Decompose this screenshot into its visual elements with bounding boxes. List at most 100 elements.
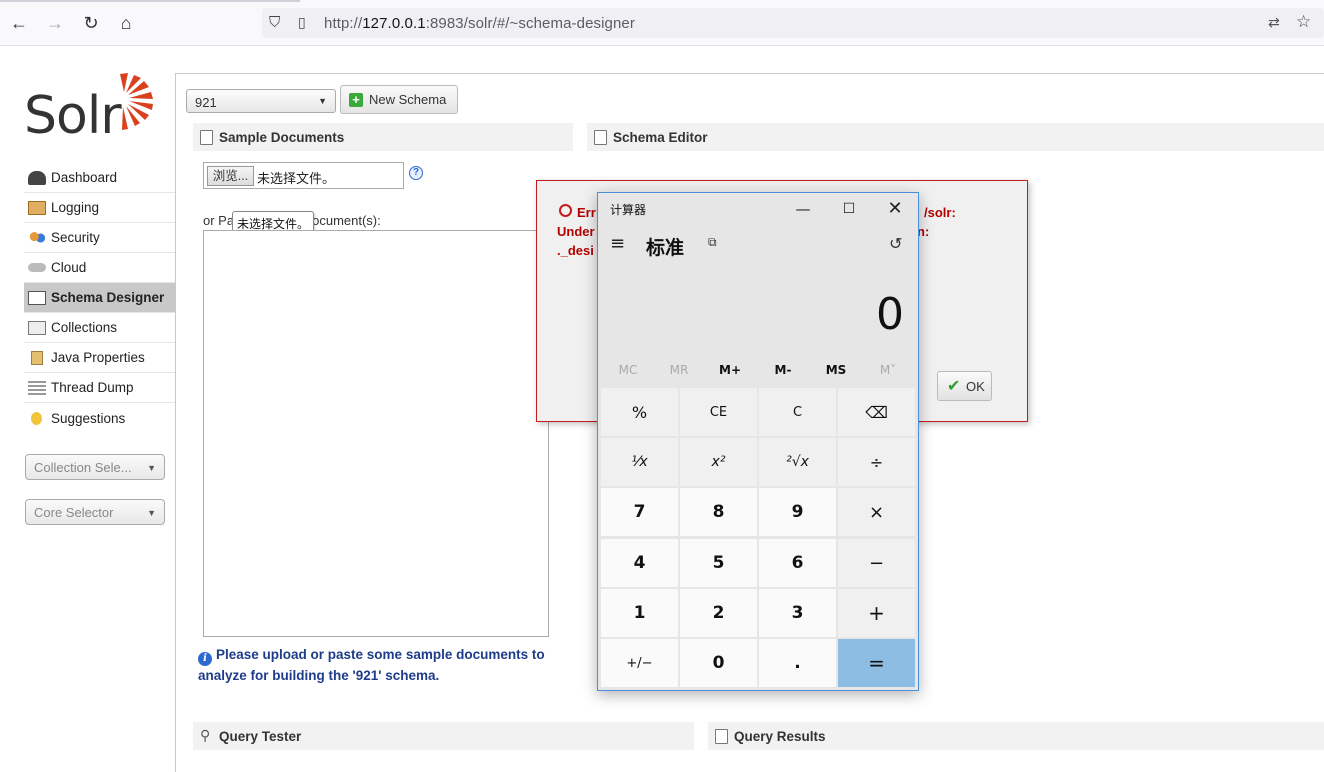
sample-documents-textarea[interactable] xyxy=(203,230,549,637)
solr-logo[interactable]: Solr xyxy=(24,72,156,146)
page-info-icon[interactable]: ▯ xyxy=(298,14,306,31)
check-icon: ✔ xyxy=(947,378,961,395)
decimal-key[interactable]: . xyxy=(759,639,836,687)
content-top-border xyxy=(175,73,1324,74)
sidebar-item-suggestions[interactable]: Suggestions xyxy=(24,403,175,433)
memory-store-button[interactable]: MS xyxy=(816,363,856,377)
bookmark-star-icon[interactable]: ☆ xyxy=(1296,12,1311,32)
sidebar-item-security[interactable]: Security xyxy=(24,223,175,253)
digit-8-key[interactable]: 8 xyxy=(680,488,757,536)
digit-3-key[interactable]: 3 xyxy=(759,589,836,637)
sidebar-divider xyxy=(175,74,176,772)
error-text-line1: Err xyxy=(577,205,596,220)
no-file-label: 未选择文件。 xyxy=(257,171,336,186)
plus-key[interactable]: + xyxy=(838,589,915,637)
ok-button[interactable]: ✔ OK xyxy=(937,371,992,401)
schema-select[interactable]: 921 ▼ xyxy=(186,89,336,113)
keep-on-top-icon[interactable]: ⧉ xyxy=(708,235,722,249)
translate-icon[interactable]: ⇄ xyxy=(1268,14,1280,31)
sidebar-item-dashboard[interactable]: Dashboard xyxy=(24,163,175,193)
collection-selector-label: Collection Sele... xyxy=(34,460,132,475)
panel-title: Query Tester xyxy=(219,729,302,744)
logo-text: Solr xyxy=(24,86,122,146)
tab-strip-edge xyxy=(0,0,300,2)
collections-icon xyxy=(28,320,46,335)
sidebar-item-schema-designer[interactable]: Schema Designer xyxy=(24,283,175,313)
back-icon[interactable]: ← xyxy=(8,12,30,34)
reciprocal-key[interactable]: ¹⁄x xyxy=(601,438,678,486)
equals-key[interactable]: = xyxy=(838,639,915,687)
sidebar-item-label: Suggestions xyxy=(51,410,126,426)
sidebar-item-cloud[interactable]: Cloud xyxy=(24,253,175,283)
multiply-key[interactable]: × xyxy=(838,488,915,536)
reload-icon[interactable]: ↻ xyxy=(80,12,102,34)
query-tester-header: ⚲ Query Tester xyxy=(193,722,694,750)
sidebar-item-logging[interactable]: Logging xyxy=(24,193,175,223)
sidebar-item-label: Logging xyxy=(51,200,100,215)
book-icon xyxy=(594,130,607,145)
digit-5-key[interactable]: 5 xyxy=(680,539,757,587)
collection-selector[interactable]: Collection Sele... ▼ xyxy=(25,454,165,480)
clear-entry-key[interactable]: CE xyxy=(680,388,757,436)
sidebar-item-label: Java Properties xyxy=(51,350,145,365)
browse-button[interactable]: 浏览... xyxy=(207,166,254,186)
core-selector[interactable]: Core Selector ▼ xyxy=(25,499,165,525)
divide-key[interactable]: ÷ xyxy=(838,438,915,486)
memory-clear-button[interactable]: MC xyxy=(608,363,648,377)
calculator-title: 计算器 xyxy=(610,203,647,217)
memory-add-button[interactable]: M+ xyxy=(710,363,750,377)
url-bar[interactable]: ⛉ ▯ http://127.0.0.1:8983/solr/#/~schema… xyxy=(262,8,1324,38)
chevron-down-icon: ▼ xyxy=(318,96,327,106)
file-upload[interactable]: 浏览... 未选择文件。 xyxy=(203,162,404,189)
sidebar-item-label: Thread Dump xyxy=(51,380,134,395)
minimize-icon[interactable]: — xyxy=(780,195,826,223)
memory-subtract-button[interactable]: M- xyxy=(763,363,803,377)
sidebar-item-label: Schema Designer xyxy=(51,290,165,305)
results-icon xyxy=(715,729,728,744)
home-icon[interactable]: ⌂ xyxy=(115,12,137,34)
digit-4-key[interactable]: 4 xyxy=(601,539,678,587)
forward-icon[interactable]: → xyxy=(44,12,66,34)
digit-7-key[interactable]: 7 xyxy=(601,488,678,536)
new-schema-button[interactable]: + New Schema xyxy=(340,85,458,114)
sidebar-item-java-properties[interactable]: Java Properties xyxy=(24,343,175,373)
digit-6-key[interactable]: 6 xyxy=(759,539,836,587)
ok-label: OK xyxy=(966,379,985,394)
digit-1-key[interactable]: 1 xyxy=(601,589,678,637)
panel-title: Schema Editor xyxy=(613,130,708,145)
digit-0-key[interactable]: 0 xyxy=(680,639,757,687)
maximize-icon[interactable]: ☐ xyxy=(826,195,872,223)
sidebar-item-collections[interactable]: Collections xyxy=(24,313,175,343)
percent-key[interactable]: % xyxy=(601,388,678,436)
error-text-line3: ._desi xyxy=(557,243,594,258)
shield-icon[interactable]: ⛉ xyxy=(269,14,280,31)
error-icon xyxy=(559,204,572,217)
hamburger-menu-icon[interactable]: ≡ xyxy=(610,233,625,254)
url-text[interactable]: http://127.0.0.1:8983/solr/#/~schema-des… xyxy=(324,15,635,32)
memory-recall-button[interactable]: MR xyxy=(659,363,699,377)
sidebar-item-label: Collections xyxy=(51,320,118,335)
history-icon[interactable]: ↺ xyxy=(889,234,902,253)
digit-9-key[interactable]: 9 xyxy=(759,488,836,536)
memory-list-button[interactable]: M˅ xyxy=(868,363,908,377)
sidebar-nav: Dashboard Logging Security Cloud Schema … xyxy=(24,163,175,433)
square-key[interactable]: x² xyxy=(680,438,757,486)
calculator-window: 计算器 — ☐ ✕ ≡ 标准 ⧉ ↺ 0 MC MR M+ M- MS M˅ %… xyxy=(597,192,919,691)
thread-icon xyxy=(28,380,46,395)
digit-2-key[interactable]: 2 xyxy=(680,589,757,637)
sidebar-item-thread-dump[interactable]: Thread Dump xyxy=(24,373,175,403)
new-schema-label: New Schema xyxy=(369,92,447,107)
clear-key[interactable]: C xyxy=(759,388,836,436)
file-tooltip: 未选择文件。 xyxy=(232,211,315,232)
sample-documents-header: Sample Documents xyxy=(193,123,573,151)
java-icon xyxy=(31,350,43,365)
close-icon[interactable]: ✕ xyxy=(872,195,918,223)
square-root-key[interactable]: ²√x xyxy=(759,438,836,486)
minus-key[interactable]: − xyxy=(838,539,915,587)
backspace-key[interactable]: ⌫ xyxy=(838,388,915,436)
panel-title: Query Results xyxy=(734,729,826,744)
negate-key[interactable]: +/− xyxy=(601,639,678,687)
error-text-line2: Under xyxy=(557,224,595,239)
chevron-down-icon: ▼ xyxy=(147,508,156,518)
help-icon[interactable]: ? xyxy=(409,166,423,180)
